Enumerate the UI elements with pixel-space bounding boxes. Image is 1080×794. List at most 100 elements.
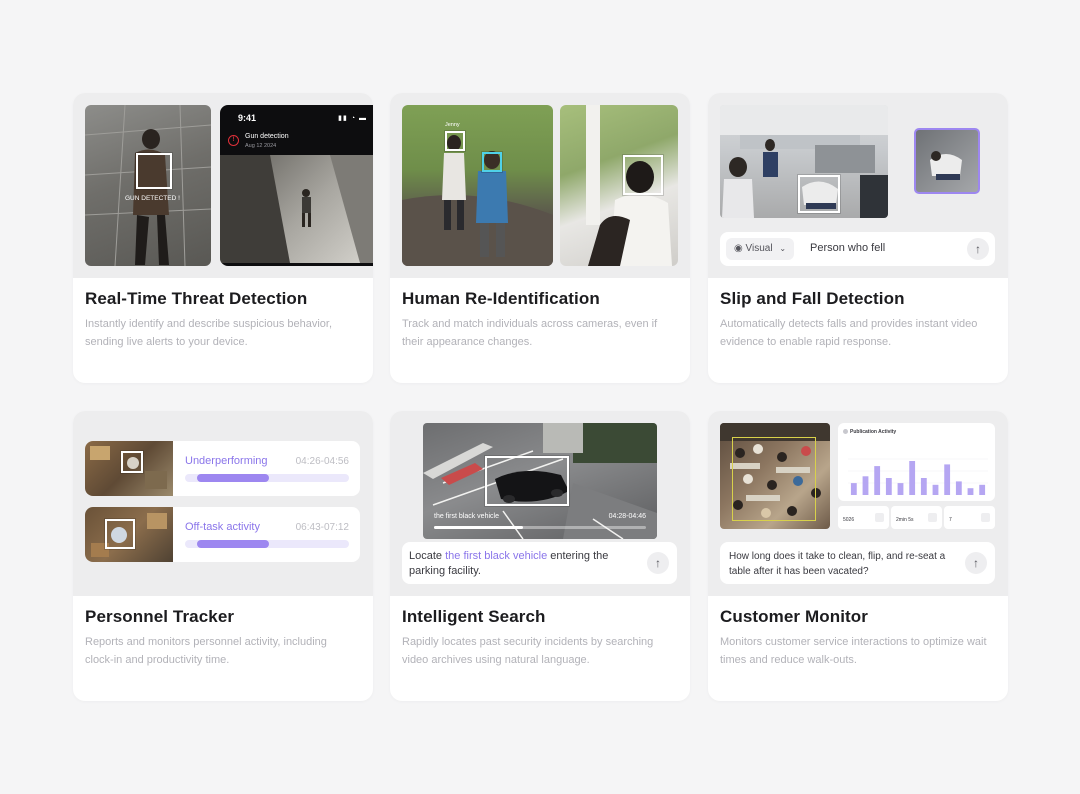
detection-box-jenny	[445, 131, 465, 151]
detection-box	[623, 155, 663, 195]
surveillance-photo: GUN DETECTED !	[85, 105, 211, 266]
activity-bar	[979, 484, 986, 495]
activity-panel: Publication Activity	[838, 423, 995, 501]
zone-box	[732, 437, 816, 521]
card-human-reid[interactable]: Jenny Human Re-Identification Track and …	[390, 93, 690, 383]
video-time: 04:28-04:46	[608, 513, 646, 520]
card-title: Real-Time Threat Detection	[85, 289, 308, 308]
activity-bar	[967, 488, 974, 495]
alert-date: Aug 12 2024	[245, 143, 277, 149]
phone-camera-feed	[220, 155, 373, 263]
overhead-camera-thumb	[85, 507, 173, 562]
card-media: ◉ Visual ⌄ Person who fell ↑	[708, 93, 1008, 278]
card-media: Underperforming 04:26-04:56 Off-task act…	[73, 411, 373, 596]
alert-title[interactable]: Gun detection	[245, 133, 289, 140]
video-progress-fill	[434, 526, 524, 529]
card-description: Rapidly locates past security incidents …	[402, 636, 654, 666]
mode-selector[interactable]: ◉ Visual ⌄	[726, 238, 795, 260]
activity-bar	[885, 478, 892, 495]
card-description: Monitors customer service interactions t…	[720, 636, 987, 666]
stat-icon	[981, 513, 990, 522]
query-bar[interactable]: Locate the first black vehicle entering …	[402, 542, 677, 584]
row-label: Underperforming	[185, 455, 268, 467]
card-slip-fall[interactable]: ◉ Visual ⌄ Person who fell ↑ Slip and Fa…	[708, 93, 1008, 383]
query-text[interactable]: Locate the first black vehicle entering …	[409, 549, 639, 579]
query-text[interactable]: How long does it take to clean, flip, an…	[729, 549, 961, 579]
vehicle-detection-box	[485, 456, 569, 506]
card-media: Jenny	[390, 93, 690, 278]
office-camera-feed	[720, 105, 888, 218]
detection-box	[121, 451, 143, 473]
query-before: Locate	[409, 550, 446, 562]
stat-row: 5026 2min 5s 7	[838, 506, 995, 529]
activity-bar	[897, 483, 904, 495]
fall-detection-box	[798, 175, 840, 213]
detection-box	[482, 152, 502, 172]
alert-icon: !	[228, 135, 239, 146]
person-tag: Jenny	[445, 122, 460, 128]
card-title: Personnel Tracker	[85, 607, 235, 626]
stat-card: 5026	[838, 506, 889, 529]
detection-label: GUN DETECTED !	[125, 195, 180, 202]
card-description: Track and match individuals across camer…	[402, 318, 658, 348]
row-progress-track	[185, 474, 349, 482]
activity-bar-chart	[848, 458, 988, 495]
card-threat-detection[interactable]: GUN DETECTED ! 9:41 ▮▮ ◔ ▬ ! Gun detecti…	[73, 93, 373, 383]
tracker-row[interactable]: Underperforming 04:26-04:56	[85, 441, 360, 496]
video-progress-track[interactable]	[434, 526, 646, 529]
arrow-up-icon[interactable]: ↑	[967, 238, 989, 260]
stat-icon	[928, 513, 937, 522]
row-label: Off-task activity	[185, 521, 260, 533]
query-bar[interactable]: How long does it take to clean, flip, an…	[720, 542, 995, 584]
stat-card: 7	[944, 506, 995, 529]
panel-dot-icon	[843, 429, 848, 434]
query-bar[interactable]: ◉ Visual ⌄ Person who fell ↑	[720, 232, 995, 266]
row-time: 04:26-04:56	[295, 456, 349, 467]
restaurant-camera-feed	[720, 423, 830, 529]
stat-card: 2min 5s	[891, 506, 942, 529]
fall-snapshot[interactable]	[914, 128, 980, 194]
activity-bar	[850, 483, 857, 495]
tracker-row[interactable]: Off-task activity 06:43-07:12	[85, 507, 360, 562]
row-progress-fill	[197, 540, 270, 548]
card-description: Reports and monitors personnel activity,…	[85, 636, 327, 666]
arrow-up-icon[interactable]: ↑	[647, 552, 669, 574]
camera-feed-1: Jenny	[402, 105, 553, 266]
camera-feed-2	[560, 105, 678, 266]
arrow-up-icon[interactable]: ↑	[965, 552, 987, 574]
row-progress-track	[185, 540, 349, 548]
mode-label: Visual	[745, 243, 773, 254]
activity-bar	[920, 478, 927, 495]
panel-title: Publication Activity	[850, 429, 897, 435]
card-title: Intelligent Search	[402, 607, 546, 626]
activity-bar	[909, 461, 916, 495]
card-customer-monitor[interactable]: Publication Activity 5026 2min 5s 7 How …	[708, 411, 1008, 701]
card-media: Publication Activity 5026 2min 5s 7 How …	[708, 411, 1008, 596]
card-description: Instantly identify and describe suspicio…	[85, 318, 333, 348]
activity-bar	[955, 481, 962, 495]
card-media: the first black vehicle 04:28-04:46 Loca…	[390, 411, 690, 596]
stat-value: 5026	[843, 517, 855, 523]
stat-value: 2min 5s	[896, 517, 914, 523]
activity-bar	[932, 484, 939, 495]
phone-time: 9:41	[238, 113, 257, 123]
card-title: Human Re-Identification	[402, 289, 600, 308]
detection-box	[136, 153, 172, 189]
chevron-down-icon: ⌄	[779, 244, 787, 253]
card-personnel-tracker[interactable]: Underperforming 04:26-04:56 Off-task act…	[73, 411, 373, 701]
query-highlight: the first black vehicle	[445, 550, 548, 562]
row-progress-fill	[197, 474, 270, 482]
overhead-camera-thumb	[85, 441, 173, 496]
query-text[interactable]: Person who fell	[810, 242, 885, 254]
parking-camera-feed: the first black vehicle 04:28-04:46	[423, 423, 657, 539]
stat-icon	[875, 513, 884, 522]
card-intelligent-search[interactable]: the first black vehicle 04:28-04:46 Loca…	[390, 411, 690, 701]
card-title: Slip and Fall Detection	[720, 289, 905, 308]
stat-value: 7	[949, 517, 952, 523]
card-title: Customer Monitor	[720, 607, 868, 626]
card-description: Automatically detects falls and provides…	[720, 318, 978, 348]
activity-bar	[862, 476, 869, 495]
video-caption: the first black vehicle	[434, 513, 499, 520]
card-media: GUN DETECTED ! 9:41 ▮▮ ◔ ▬ ! Gun detecti…	[73, 93, 373, 278]
row-time: 06:43-07:12	[295, 522, 349, 533]
